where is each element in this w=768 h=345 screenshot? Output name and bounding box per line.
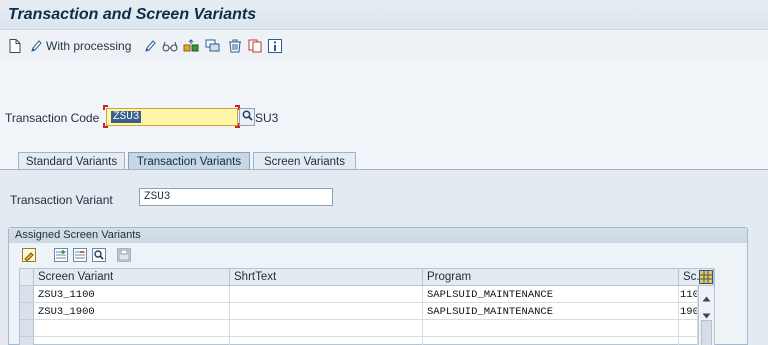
row-selector[interactable] xyxy=(20,286,34,303)
table-cell[interactable] xyxy=(34,320,230,337)
table-cell[interactable] xyxy=(679,320,698,337)
row-selector[interactable] xyxy=(20,303,34,320)
transaction-description: SU3 xyxy=(255,111,279,125)
search-icon xyxy=(242,110,253,124)
scroll-up-icon[interactable] xyxy=(702,291,711,305)
table-cell[interactable]: SAPLSUID_MAINTENANCE xyxy=(423,286,679,303)
table-cell[interactable] xyxy=(230,320,423,337)
table-cell[interactable] xyxy=(230,286,423,303)
find-icon[interactable] xyxy=(92,248,106,262)
page-title: Transaction and Screen Variants xyxy=(8,6,257,23)
vertical-scrollbar[interactable] xyxy=(698,286,714,345)
transaction-variant-label: Transaction Variant xyxy=(10,193,113,207)
group-title: Assigned Screen Variants xyxy=(9,228,747,243)
scroll-thumb[interactable] xyxy=(701,320,712,345)
transaction-code-value: ZSU3 xyxy=(111,111,142,123)
table-cell[interactable] xyxy=(230,337,423,345)
insert-row-icon[interactable] xyxy=(54,248,68,262)
focus-corner xyxy=(103,123,108,128)
tab-standard-variants[interactable]: Standard Variants xyxy=(18,152,125,170)
tab-transaction-variants[interactable]: Transaction Variants xyxy=(128,152,250,170)
with-processing-label: With processing xyxy=(46,39,132,53)
table-cell[interactable] xyxy=(423,337,679,345)
table-cell[interactable] xyxy=(230,303,423,320)
save-icon[interactable] xyxy=(117,248,131,262)
transaction-code-field[interactable]: ZSU3 xyxy=(106,108,238,126)
table-cell[interactable]: 190 xyxy=(679,303,698,320)
search-help-button[interactable] xyxy=(239,108,255,126)
table-cell[interactable]: SAPLSUID_MAINTENANCE xyxy=(423,303,679,320)
table-cell[interactable]: 110 xyxy=(679,286,698,303)
column-header-shrttext[interactable]: ShrtText xyxy=(230,269,423,286)
screen-variants-table: Screen Variant ShrtText Program Sc.. ZSU… xyxy=(19,268,715,345)
info-icon[interactable] xyxy=(268,37,282,55)
transaction-code-label: Transaction Code xyxy=(5,111,100,125)
tab-screen-variants[interactable]: Screen Variants xyxy=(253,152,356,170)
title-bar: Transaction and Screen Variants xyxy=(0,0,768,30)
glasses-icon[interactable] xyxy=(162,37,178,55)
row-selector[interactable] xyxy=(20,320,34,337)
column-header-screen-variant[interactable]: Screen Variant xyxy=(34,269,230,286)
application-toolbar: With processing xyxy=(0,31,768,61)
new-document-icon[interactable] xyxy=(9,37,21,55)
pencil-icon[interactable] xyxy=(144,37,156,55)
table-cell[interactable]: ZSU3_1900 xyxy=(34,303,230,320)
duplicate-icon[interactable] xyxy=(248,37,262,55)
delete-row-icon[interactable] xyxy=(73,248,87,262)
table-settings-icon[interactable] xyxy=(699,270,713,284)
row-selector[interactable] xyxy=(20,337,34,345)
column-header-program[interactable]: Program xyxy=(423,269,679,286)
focus-corner xyxy=(103,105,108,110)
pencil-icon xyxy=(30,39,42,53)
table-cell[interactable] xyxy=(423,320,679,337)
trash-icon[interactable] xyxy=(227,37,243,55)
table-cell[interactable] xyxy=(679,337,698,345)
table-cell[interactable]: ZSU3_1100 xyxy=(34,286,230,303)
with-processing-button[interactable]: With processing xyxy=(30,37,131,55)
transport-icon[interactable] xyxy=(183,37,199,55)
transaction-variant-field[interactable]: ZSU3 xyxy=(139,188,333,206)
details-icon[interactable] xyxy=(22,248,36,262)
table-cell[interactable] xyxy=(34,337,230,345)
select-all-cell[interactable] xyxy=(20,269,34,286)
copy-icon[interactable] xyxy=(205,37,221,55)
